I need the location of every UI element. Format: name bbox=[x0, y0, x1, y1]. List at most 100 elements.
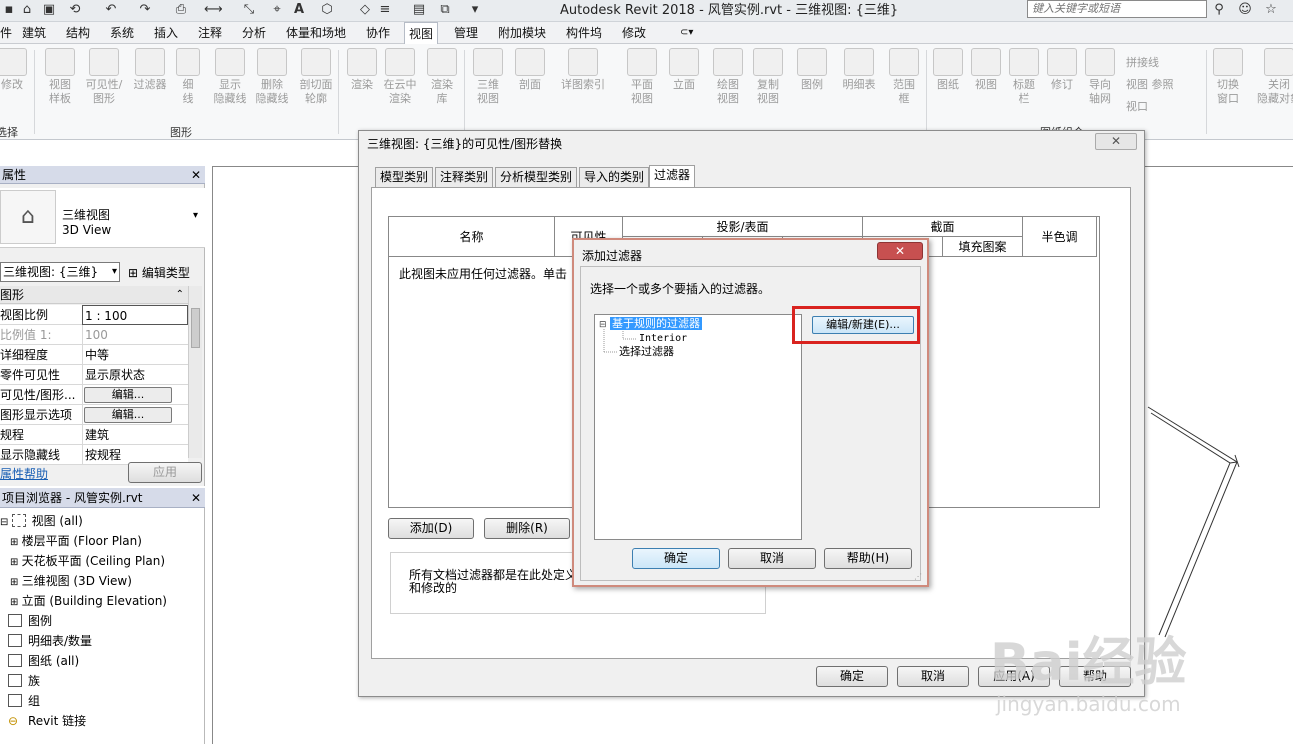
open-icon[interactable]: ⌂ bbox=[18, 2, 36, 18]
parts-visibility-value[interactable]: 显示原状态 bbox=[82, 365, 188, 385]
binoculars-icon[interactable]: ⚲ bbox=[1210, 2, 1228, 18]
show-hidden-lines-button[interactable]: 显示 隐藏线 bbox=[210, 48, 250, 106]
tab-manage[interactable]: 管理 bbox=[450, 22, 482, 44]
ribbon-toggle-icon[interactable]: ⊂▾ bbox=[676, 22, 697, 44]
close-icon[interactable]: ✕ bbox=[1095, 133, 1137, 150]
tab-analytical-categories[interactable]: 分析模型类别 bbox=[495, 167, 578, 187]
tab-structure[interactable]: 结构 bbox=[62, 22, 94, 44]
modify-button[interactable]: 修改 bbox=[0, 48, 32, 92]
customize-icon[interactable]: ▾ bbox=[466, 2, 484, 18]
tree-item-floor-plan[interactable]: ⊞ 楼层平面 (Floor Plan) bbox=[10, 532, 142, 552]
remove-hidden-lines-button[interactable]: 删除 隐藏线 bbox=[252, 48, 292, 106]
tree-item-schedules[interactable]: 明细表/数量 bbox=[8, 632, 92, 650]
schedules-button[interactable]: 明细表 bbox=[836, 48, 882, 92]
revisions-button[interactable]: 修订 bbox=[1042, 48, 1082, 92]
category-header[interactable]: 图形 ⌃ bbox=[0, 286, 188, 304]
cancel-button[interactable]: 取消 bbox=[728, 548, 816, 569]
type-selector[interactable]: ⌂ 三维视图 3D View ▾ bbox=[0, 188, 205, 248]
title-block-button[interactable]: 标题 栏 bbox=[1004, 48, 1044, 106]
tab-filters[interactable]: 过滤器 bbox=[649, 165, 696, 188]
thin-lines-button[interactable]: 细 线 bbox=[170, 48, 206, 106]
tree-item-families[interactable]: 族 bbox=[8, 672, 40, 690]
close-hidden-button[interactable]: 关闭 隐藏对象 bbox=[1252, 48, 1293, 106]
app-menu-icon[interactable]: ▪ bbox=[0, 2, 18, 18]
resize-grip-icon[interactable]: ⋰ bbox=[914, 572, 922, 581]
dimension-icon[interactable]: ⤡ bbox=[240, 2, 258, 18]
tab-collaborate[interactable]: 协作 bbox=[362, 22, 394, 44]
sheet-button[interactable]: 图纸 bbox=[928, 48, 968, 92]
tab-insert[interactable]: 插入 bbox=[150, 22, 182, 44]
3d-view-icon[interactable]: ⬡ bbox=[318, 2, 336, 18]
vg-edit-button[interactable]: 编辑... bbox=[84, 387, 172, 403]
place-view-button[interactable]: 视图 bbox=[966, 48, 1006, 92]
edit-new-filter-button[interactable]: 编辑/新建(E)... bbox=[812, 316, 914, 334]
elevation-button[interactable]: 立面 bbox=[664, 48, 704, 92]
redo-icon[interactable]: ↷ bbox=[136, 2, 154, 18]
tab-model-categories[interactable]: 模型类别 bbox=[375, 167, 434, 187]
tab-addins[interactable]: 附加模块 bbox=[494, 22, 550, 44]
filters-button[interactable]: 过滤器 bbox=[130, 48, 170, 92]
undo-icon[interactable]: ↶ bbox=[102, 2, 120, 18]
close-icon[interactable]: ✕ bbox=[191, 166, 201, 184]
matchline-button[interactable]: 拼接线 bbox=[1126, 52, 1206, 74]
tab-modify[interactable]: 修改 bbox=[618, 22, 650, 44]
tab-systems[interactable]: 系统 bbox=[106, 22, 138, 44]
close-icon[interactable]: ✕ bbox=[877, 242, 923, 260]
thin-lines-icon[interactable]: ≡ bbox=[376, 2, 394, 18]
scale-input[interactable]: 1 : 100 bbox=[82, 305, 188, 325]
save-icon[interactable]: ▣ bbox=[40, 2, 58, 18]
text-icon[interactable]: A bbox=[290, 2, 308, 18]
tab-annotate[interactable]: 注释 bbox=[194, 22, 226, 44]
tree-item-revit-links[interactable]: ⊖ Revit 链接 bbox=[8, 712, 86, 730]
group-select[interactable]: 选择 bbox=[0, 124, 18, 140]
callout-button[interactable]: 详图索引 bbox=[556, 48, 610, 92]
tree-item-groups[interactable]: 组 bbox=[8, 692, 40, 710]
switch-windows-icon[interactable]: ⧉ bbox=[436, 2, 454, 18]
switch-windows-button[interactable]: 切换 窗口 bbox=[1208, 48, 1248, 106]
help-button[interactable]: 帮助(H) bbox=[824, 548, 912, 569]
visibility-graphics-button[interactable]: 可见性/ 图形 bbox=[84, 48, 124, 106]
legends-button[interactable]: 图例 bbox=[792, 48, 832, 92]
cancel-button[interactable]: 取消 bbox=[897, 666, 969, 687]
duplicate-view-button[interactable]: 复制 视图 bbox=[748, 48, 788, 106]
star-icon[interactable]: ☆ bbox=[1262, 2, 1280, 18]
apply-button[interactable]: 应用 bbox=[128, 462, 202, 483]
edit-type-button[interactable]: ⊞ 编辑类型 bbox=[128, 264, 190, 281]
scope-box-button[interactable]: 范围 框 bbox=[884, 48, 924, 106]
tree-item-3d-view[interactable]: ⊞ 三维视图 (3D View) bbox=[10, 572, 132, 592]
ok-button[interactable]: 确定 bbox=[816, 666, 888, 687]
tab-annotation-categories[interactable]: 注释类别 bbox=[435, 167, 494, 187]
section-button[interactable]: 剖面 bbox=[510, 48, 550, 92]
ok-button[interactable]: 确定 bbox=[632, 548, 720, 569]
search-input[interactable] bbox=[1027, 0, 1207, 18]
render-cloud-button[interactable]: 在云中 渲染 bbox=[380, 48, 420, 106]
print-icon[interactable]: ⎙ bbox=[172, 2, 190, 18]
plan-views-button[interactable]: 平面 视图 bbox=[622, 48, 662, 106]
sync-icon[interactable]: ⟲ bbox=[66, 2, 84, 18]
scroll-thumb[interactable] bbox=[191, 308, 200, 348]
properties-help-link[interactable]: 属性帮助 bbox=[0, 465, 48, 482]
viewports-button[interactable]: 视口 bbox=[1126, 96, 1206, 118]
discipline-value[interactable]: 建筑 bbox=[82, 425, 188, 445]
tree-item-legends[interactable]: 图例 bbox=[8, 612, 52, 630]
tab-architecture[interactable]: 建筑 bbox=[18, 22, 50, 44]
close-hidden-icon[interactable]: ▤ bbox=[410, 2, 428, 18]
tree-item-ceiling-plan[interactable]: ⊞ 天花板平面 (Ceiling Plan) bbox=[10, 552, 165, 572]
tab-imported-categories[interactable]: 导入的类别 bbox=[579, 167, 650, 187]
tab-component-dock[interactable]: 构件坞 bbox=[562, 22, 606, 44]
3d-view-button[interactable]: 三维 视图 bbox=[468, 48, 508, 106]
measure-icon[interactable]: ⟷ bbox=[204, 2, 223, 18]
drafting-view-button[interactable]: 绘图 视图 bbox=[708, 48, 748, 106]
tab-file[interactable]: 件 bbox=[0, 22, 16, 44]
tag-icon[interactable]: ⌖ bbox=[268, 2, 286, 18]
detail-level-value[interactable]: 中等 bbox=[82, 345, 188, 365]
tab-view[interactable]: 视图 bbox=[404, 22, 439, 45]
properties-scrollbar[interactable] bbox=[188, 286, 202, 458]
tab-analyze[interactable]: 分析 bbox=[238, 22, 270, 44]
cut-profile-button[interactable]: 剖切面 轮廓 bbox=[296, 48, 336, 106]
tree-item-views[interactable]: ⊟ 视图 (all) bbox=[0, 512, 83, 532]
view-reference-button[interactable]: 视图 参照 bbox=[1126, 74, 1206, 96]
graphic-display-edit-button[interactable]: 编辑... bbox=[84, 407, 172, 423]
tab-massing[interactable]: 体量和场地 bbox=[282, 22, 350, 44]
render-gallery-button[interactable]: 渲染 库 bbox=[422, 48, 462, 106]
